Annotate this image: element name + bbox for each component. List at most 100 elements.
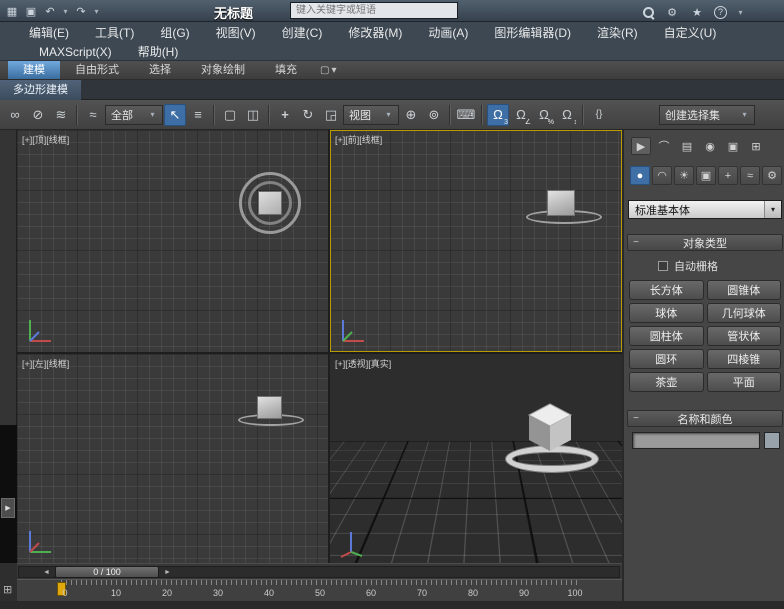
use-pivot-center-icon[interactable]: ⊕ (400, 104, 422, 126)
button-torus[interactable]: 圆环 (629, 349, 704, 369)
tab-display-icon[interactable]: ▣ (723, 137, 743, 155)
button-box[interactable]: 长方体 (629, 280, 704, 300)
menu-group[interactable]: 组(G) (147, 24, 202, 41)
menu-modifiers[interactable]: 修改器(M) (335, 24, 415, 41)
select-and-link-icon[interactable]: ∞ (4, 104, 26, 126)
button-sphere[interactable]: 球体 (629, 303, 704, 323)
ribbon-tab-modeling[interactable]: 建模 (8, 61, 60, 79)
ribbon-tab-selection[interactable]: 选择 (134, 61, 186, 79)
autogrid-checkbox[interactable] (658, 261, 668, 271)
help-icon[interactable]: ? (714, 6, 727, 19)
box-left-view[interactable] (257, 396, 282, 419)
bind-to-space-warp-icon[interactable]: ≋ (50, 104, 72, 126)
button-plane[interactable]: 平面 (707, 372, 782, 392)
menu-tools[interactable]: 工具(T) (82, 24, 147, 41)
viewport-left[interactable]: [+][左][线框] (17, 354, 328, 563)
reference-coordinate-dropdown[interactable]: 视图 ▾ (343, 105, 399, 125)
viewport-perspective[interactable]: [+][透视][真实] (330, 354, 622, 563)
menu-animation[interactable]: 动画(A) (415, 24, 481, 41)
category-geometry-icon[interactable]: ● (630, 166, 650, 185)
selection-filter-dropdown[interactable]: 全部 ▾ (105, 105, 163, 125)
tab-hierarchy-icon[interactable]: ▤ (677, 137, 697, 155)
select-by-name-icon[interactable]: ≡ (187, 104, 209, 126)
tab-utilities-icon[interactable]: ⊞ (746, 137, 766, 155)
save-icon[interactable]: ▣ (23, 3, 39, 19)
object-color-swatch[interactable] (764, 432, 780, 449)
viewport-front-label[interactable]: [+][前][线框] (335, 133, 382, 146)
button-cylinder[interactable]: 圆柱体 (629, 326, 704, 346)
percent-snap-icon[interactable]: Ω % (533, 104, 555, 126)
help-dropdown-icon[interactable]: ▾ (736, 8, 745, 17)
snap-toggle-3d-icon[interactable]: Ω 3 (487, 104, 509, 126)
category-systems-icon[interactable]: ⚙ (762, 166, 782, 185)
named-selection-set-dropdown[interactable]: 创建选择集 ▾ (659, 105, 755, 125)
angle-snap-icon[interactable]: Ω ∠ (510, 104, 532, 126)
box-front-view[interactable] (547, 190, 575, 216)
ribbon-tab-populate[interactable]: 填充 (260, 61, 312, 79)
button-cone[interactable]: 圆锥体 (707, 280, 782, 300)
edit-named-selection-sets-icon[interactable]: {} (588, 104, 610, 126)
window-crossing-icon[interactable]: ◫ (242, 104, 264, 126)
ribbon-subtab-polygon-modeling[interactable]: 多边形建模 (0, 80, 81, 100)
time-slider-handle[interactable]: 0 / 100 (55, 566, 159, 578)
undo-icon[interactable]: ↶ (42, 3, 58, 19)
box-perspective[interactable] (526, 402, 574, 454)
undo-dropdown-icon[interactable]: ▾ (61, 7, 70, 16)
menu-customize[interactable]: 自定义(U) (651, 24, 730, 41)
spinner-snap-icon[interactable]: Ω ↕ (556, 104, 578, 126)
button-geosphere[interactable]: 几何球体 (707, 303, 782, 323)
menu-edit[interactable]: 编辑(E) (16, 24, 82, 41)
menu-graph-editors[interactable]: 图形编辑器(D) (481, 24, 584, 41)
button-teapot[interactable]: 茶壶 (629, 372, 704, 392)
unlink-selection-icon[interactable]: ⊘ (27, 104, 49, 126)
torus-top-view[interactable] (239, 172, 301, 234)
app-menu-icon[interactable]: ▦ (4, 3, 20, 19)
category-shapes-icon[interactable]: ◠ (652, 166, 672, 185)
isolate-toggle-icon[interactable]: ⊞ (3, 585, 12, 596)
search-icon[interactable] (642, 6, 655, 19)
previous-frame-icon[interactable]: ◄ (40, 567, 53, 577)
select-and-scale-icon[interactable]: ◲ (320, 104, 342, 126)
tab-motion-icon[interactable]: ◉ (700, 137, 720, 155)
category-space-warps-icon[interactable]: ≈ (740, 166, 760, 185)
viewport-top[interactable]: [+][顶][线框] (17, 130, 328, 352)
ribbon-tab-object-paint[interactable]: 对象绘制 (186, 61, 260, 79)
redo-icon[interactable]: ↷ (73, 3, 89, 19)
object-name-field[interactable] (632, 432, 760, 449)
button-pyramid[interactable]: 四棱锥 (707, 349, 782, 369)
flyout-arrow-button[interactable]: ▶ (1, 498, 15, 518)
next-frame-icon[interactable]: ► (161, 567, 174, 577)
ribbon-minimize-toggle[interactable]: ▢ ▾ (312, 61, 344, 79)
wrench-icon[interactable]: ⚙ (664, 4, 680, 20)
ribbon-tab-freeform[interactable]: 自由形式 (60, 61, 134, 79)
primitive-category-dropdown[interactable]: 标准基本体 ▾ (628, 200, 782, 219)
favorites-star-icon[interactable]: ★ (689, 4, 705, 20)
category-cameras-icon[interactable]: ▣ (696, 166, 716, 185)
box-top-view[interactable] (258, 191, 282, 215)
category-helpers-icon[interactable]: + (718, 166, 738, 185)
viewport-left-label[interactable]: [+][左][线框] (22, 357, 69, 370)
wave-icon[interactable]: ≈ (82, 104, 104, 126)
redo-dropdown-icon[interactable]: ▾ (92, 7, 101, 16)
name-color-rollout[interactable]: − 名称和颜色 (627, 410, 783, 427)
select-and-rotate-icon[interactable]: ↻ (297, 104, 319, 126)
track-bar[interactable]: 0 10 20 30 40 50 60 70 80 90 100 (17, 579, 622, 601)
keyboard-shortcut-override-icon[interactable]: ⌨ (455, 104, 477, 126)
menu-create[interactable]: 创建(C) (269, 24, 336, 41)
select-and-manipulate-icon[interactable]: ⊚ (423, 104, 445, 126)
category-lights-icon[interactable]: ☀ (674, 166, 694, 185)
select-object-icon[interactable]: ↖ (164, 104, 186, 126)
menu-views[interactable]: 视图(V) (203, 24, 269, 41)
rectangular-selection-region-icon[interactable]: ▢ (219, 104, 241, 126)
tab-modify-icon[interactable]: ⌒ (654, 137, 674, 155)
object-type-rollout[interactable]: − 对象类型 (627, 234, 783, 251)
button-tube[interactable]: 管状体 (707, 326, 782, 346)
search-input[interactable] (290, 2, 458, 19)
tab-create-icon[interactable]: ▶ (631, 137, 651, 155)
menu-maxscript[interactable]: MAXScript(X) (26, 45, 125, 59)
viewport-front[interactable]: [+][前][线框] (330, 130, 622, 352)
menu-rendering[interactable]: 渲染(R) (584, 24, 651, 41)
menu-help[interactable]: 帮助(H) (125, 43, 192, 60)
viewport-top-label[interactable]: [+][顶][线框] (22, 133, 69, 146)
select-and-move-icon[interactable]: + (274, 104, 296, 126)
